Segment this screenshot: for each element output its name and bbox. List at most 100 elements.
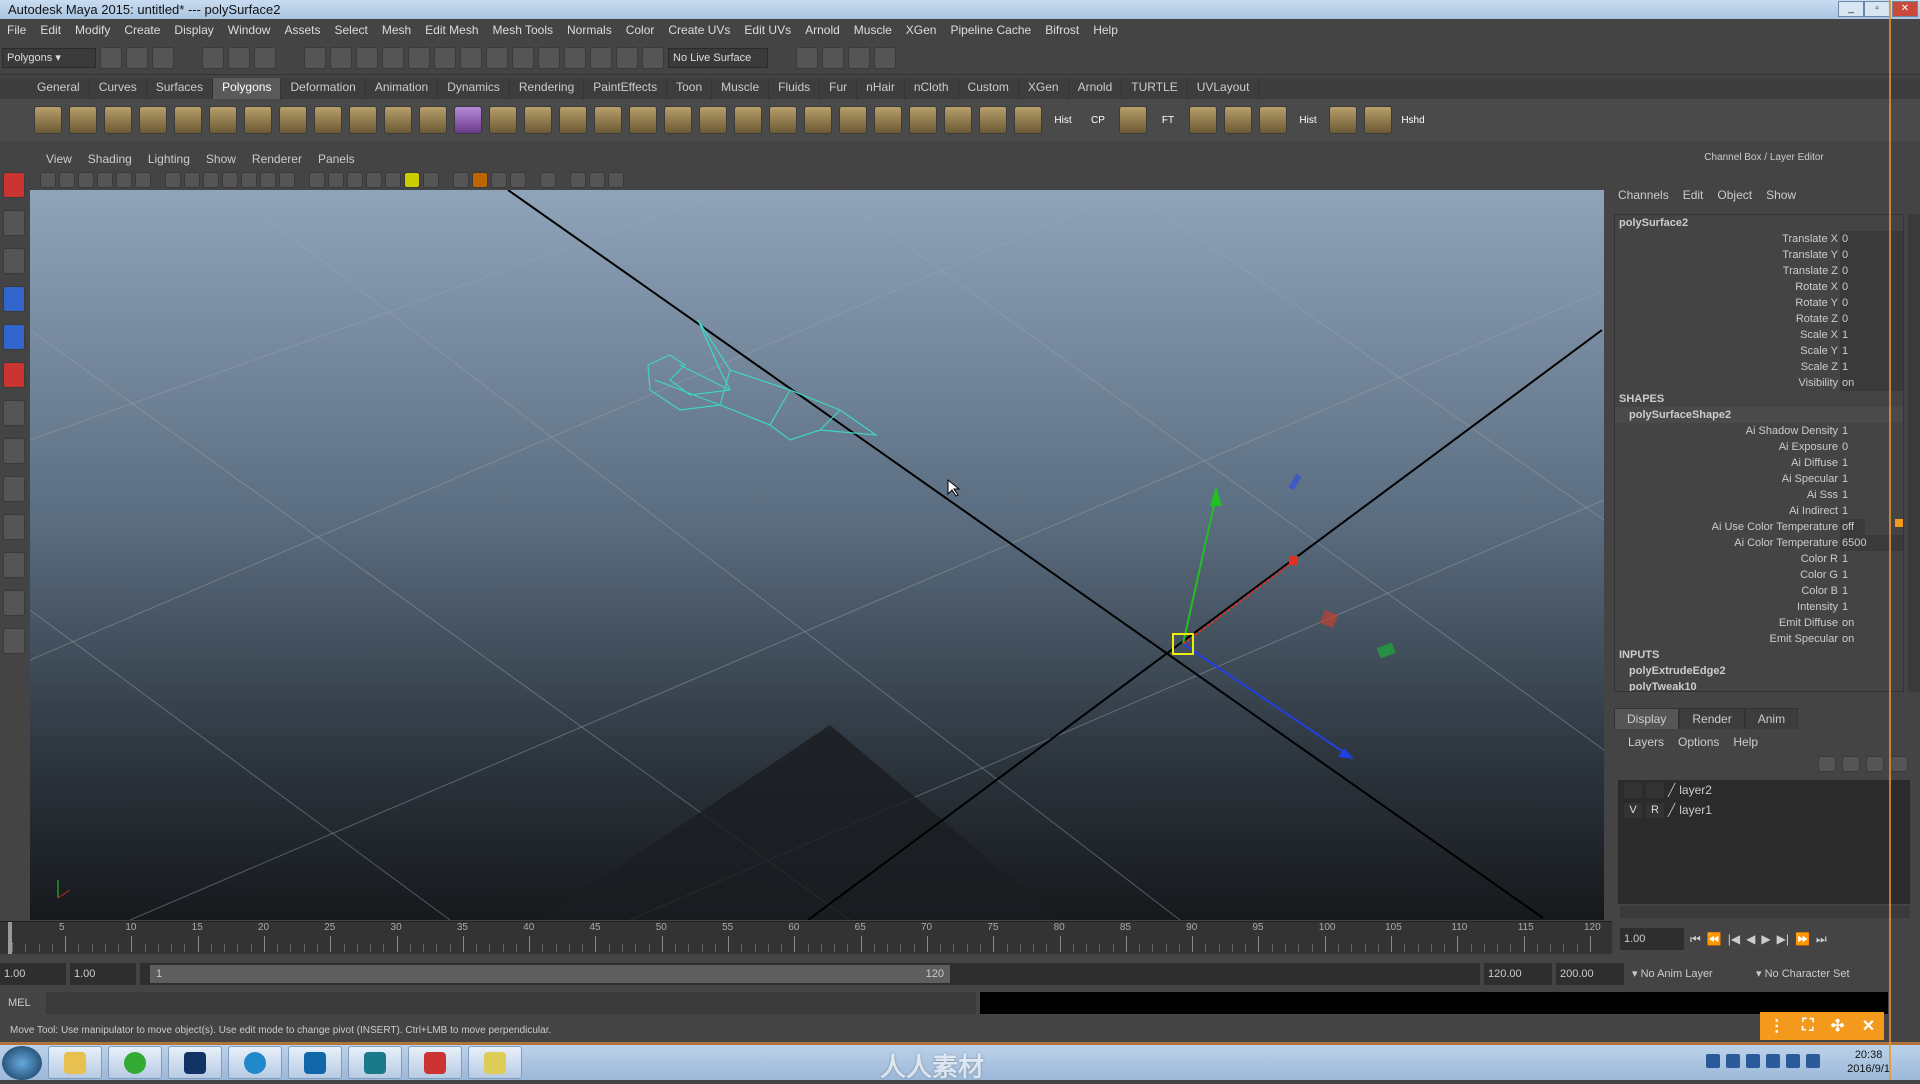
layout-hypershade-icon[interactable] bbox=[3, 628, 25, 654]
time-slider[interactable]: 1510152025303540455055606570758085909510… bbox=[0, 921, 1612, 954]
current-time-field[interactable]: 1.00 bbox=[1620, 928, 1684, 950]
channel-row[interactable]: Rotate Z0 bbox=[1615, 311, 1903, 327]
channel-row[interactable]: Ai Indirect 1 bbox=[1615, 503, 1903, 519]
object-name[interactable]: polySurface2 bbox=[1615, 215, 1903, 231]
insert-loop-icon[interactable] bbox=[769, 106, 797, 134]
cone-tool-icon[interactable] bbox=[139, 106, 167, 134]
channel-value[interactable]: 0 bbox=[1840, 439, 1903, 455]
maximize-button[interactable]: ▫ bbox=[1864, 1, 1890, 17]
x-arrow-icon[interactable] bbox=[1289, 556, 1298, 565]
visibility-toggle[interactable] bbox=[1624, 782, 1642, 798]
hist-button[interactable]: Hist bbox=[1049, 115, 1077, 126]
move-tool-icon[interactable] bbox=[3, 286, 25, 312]
snap-curve-icon[interactable] bbox=[330, 46, 352, 69]
new-scene-icon[interactable] bbox=[100, 46, 122, 69]
tab-toon[interactable]: Toon bbox=[667, 78, 713, 99]
shrink-icon[interactable]: ✣ bbox=[1831, 1016, 1844, 1036]
step-forward-key-icon[interactable]: ⏩ bbox=[1795, 932, 1810, 946]
soccer-ball-icon[interactable] bbox=[314, 106, 342, 134]
collapse-icon[interactable] bbox=[699, 106, 727, 134]
select-hierarchy-icon[interactable] bbox=[202, 46, 224, 69]
step-back-key-icon[interactable]: ⏪ bbox=[1707, 932, 1722, 946]
tray-icon[interactable] bbox=[1786, 1054, 1800, 1068]
new-layer-icon[interactable] bbox=[1866, 756, 1884, 772]
channel-row[interactable]: Color B1 bbox=[1615, 583, 1903, 599]
channel-row[interactable]: Ai Shadow Density 1 bbox=[1615, 423, 1903, 439]
channel-value[interactable]: 1 bbox=[1840, 551, 1903, 567]
snap-mesh-icon[interactable] bbox=[434, 46, 456, 69]
magnet-icon[interactable] bbox=[616, 46, 638, 69]
tray-icon[interactable] bbox=[1706, 1054, 1720, 1068]
current-frame-marker[interactable] bbox=[8, 922, 12, 954]
menu-display[interactable]: Display bbox=[167, 23, 220, 37]
bevel-icon[interactable] bbox=[629, 106, 657, 134]
layer-menu-layers[interactable]: Layers bbox=[1628, 735, 1664, 749]
smooth-shade-icon[interactable] bbox=[328, 171, 344, 188]
share-icon[interactable] bbox=[608, 171, 624, 188]
layout-graph-icon[interactable] bbox=[3, 590, 25, 616]
texture-icon[interactable] bbox=[1364, 106, 1392, 134]
layer-name[interactable]: layer1 bbox=[1679, 803, 1712, 817]
menu-create[interactable]: Create bbox=[117, 23, 167, 37]
minimize-button[interactable]: _ bbox=[1838, 1, 1864, 17]
combine-icon[interactable] bbox=[349, 106, 377, 134]
menu-window[interactable]: Window bbox=[221, 23, 278, 37]
layer-color-swatch[interactable]: ╱ bbox=[1668, 803, 1675, 817]
channel-value[interactable]: 0 bbox=[1840, 311, 1903, 327]
manipulator-icon[interactable] bbox=[3, 400, 25, 426]
menu-mesh-tools[interactable]: Mesh Tools bbox=[486, 23, 560, 37]
menu-select[interactable]: Select bbox=[327, 23, 374, 37]
mode-selector[interactable]: Polygons ▾ bbox=[2, 47, 96, 68]
menu-bifrost[interactable]: Bifrost bbox=[1038, 23, 1086, 37]
tab-ncloth[interactable]: nCloth bbox=[905, 78, 959, 99]
range-bar[interactable]: 1 120 bbox=[140, 963, 1480, 985]
taskbar-maya[interactable] bbox=[348, 1046, 402, 1079]
channel-row[interactable]: Rotate Y0 bbox=[1615, 295, 1903, 311]
checker-icon[interactable] bbox=[909, 106, 937, 134]
tab-muscle[interactable]: Muscle bbox=[712, 78, 770, 99]
layer-color-swatch[interactable]: ╱ bbox=[1668, 783, 1675, 797]
pencil-icon[interactable] bbox=[135, 171, 151, 188]
select-component-icon[interactable] bbox=[254, 46, 276, 69]
extract-icon[interactable] bbox=[419, 106, 447, 134]
channel-row[interactable]: Intensity 1 bbox=[1615, 599, 1903, 615]
cube-tool-icon[interactable] bbox=[69, 106, 97, 134]
menu-edit-mesh[interactable]: Edit Mesh bbox=[418, 23, 485, 37]
tray-icon[interactable] bbox=[1766, 1054, 1780, 1068]
scale-tool-icon[interactable] bbox=[3, 362, 25, 388]
render-toggle[interactable]: R bbox=[1646, 802, 1664, 818]
isolate-select-icon[interactable] bbox=[540, 171, 556, 188]
tab-uvlayout[interactable]: UVLayout bbox=[1188, 78, 1260, 99]
layout-four-icon[interactable] bbox=[3, 476, 25, 502]
channel-value[interactable]: 0 bbox=[1840, 247, 1903, 263]
menu-create-uvs[interactable]: Create UVs bbox=[661, 23, 737, 37]
tab-deformation[interactable]: Deformation bbox=[281, 78, 366, 99]
y-arrow-icon[interactable] bbox=[1210, 486, 1222, 506]
xray-joints-icon[interactable] bbox=[570, 171, 586, 188]
layers-icon[interactable] bbox=[1259, 106, 1287, 134]
safe-title-icon[interactable] bbox=[279, 171, 295, 188]
go-to-end-icon[interactable]: ⏭ bbox=[1816, 932, 1827, 947]
wireframe-on-shaded-icon[interactable] bbox=[347, 171, 363, 188]
channel-row[interactable]: Translate Z0 bbox=[1615, 263, 1903, 279]
ambient-occlusion-icon[interactable] bbox=[453, 171, 469, 188]
channel-row[interactable]: Scale Z1 bbox=[1615, 359, 1903, 375]
viewport-menu-view[interactable]: View bbox=[38, 150, 80, 169]
channel-value[interactable]: 1 bbox=[1840, 423, 1903, 439]
image-plane-icon[interactable] bbox=[97, 171, 113, 188]
channel-row[interactable]: Emit Specular on bbox=[1615, 631, 1903, 647]
sphere-tool-icon[interactable] bbox=[34, 106, 62, 134]
depth-of-field-icon[interactable] bbox=[510, 171, 526, 188]
wireframe-icon[interactable] bbox=[1329, 106, 1357, 134]
shape-name[interactable]: polySurfaceShape2 bbox=[1615, 407, 1903, 423]
channel-menu-channels[interactable]: Channels bbox=[1618, 188, 1669, 202]
menu-edit-uvs[interactable]: Edit UVs bbox=[737, 23, 798, 37]
channel-row[interactable]: Visibility on bbox=[1615, 375, 1903, 391]
tab-painteffects[interactable]: PaintEffects bbox=[584, 78, 668, 99]
channel-row[interactable]: Ai Exposure 0 bbox=[1615, 439, 1903, 455]
fill-hole-icon[interactable] bbox=[594, 106, 622, 134]
lights-icon[interactable] bbox=[404, 171, 420, 188]
tab-nhair[interactable]: nHair bbox=[857, 78, 905, 99]
viewport-menu-renderer[interactable]: Renderer bbox=[244, 150, 310, 169]
playback-start-field[interactable]: 1.00 bbox=[70, 963, 136, 985]
